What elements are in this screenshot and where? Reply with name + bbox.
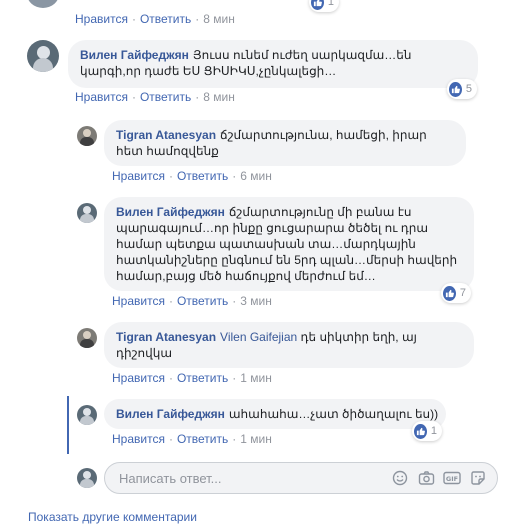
comment-time: 1 мин — [240, 432, 272, 446]
sticker-icon[interactable] — [469, 469, 487, 487]
show-more-comments-link[interactable]: Показать другие комментарии — [28, 510, 197, 524]
comment-bubble: Вилен Гайфеджян Յուսս ունեմ ուժեղ սարկազմ… — [68, 40, 478, 88]
comment-bubble: Вилен Гайфеджян ահահահա…չատ ծիծաղալու ես)… — [104, 399, 446, 429]
reaction-count[interactable]: 1 — [412, 421, 442, 441]
reply-link[interactable]: Ответить — [177, 169, 228, 183]
like-link[interactable]: Нравится — [112, 294, 165, 308]
like-icon — [443, 285, 456, 301]
reply-link[interactable]: Ответить — [140, 90, 191, 104]
comment-text: ահահահա…չատ ծիծաղալու ես)) — [228, 407, 439, 421]
like-link[interactable]: Нравится — [75, 12, 128, 26]
avatar[interactable] — [77, 126, 97, 146]
comment-actions: Нравится · Ответить · 6 мин — [112, 169, 272, 183]
like-icon — [449, 81, 462, 97]
reply-link[interactable]: Ответить — [177, 294, 228, 308]
comment-author[interactable]: Вилен Гайфеджян — [116, 407, 225, 421]
comment-bubble: Tigran Atanesyan Vilen Gaifejian դե սիկտի… — [104, 322, 474, 368]
avatar[interactable] — [77, 468, 97, 488]
comment-time: 6 мин — [240, 169, 272, 183]
comment-author[interactable]: Tigran Atanesyan — [116, 128, 216, 142]
reply-link[interactable]: Ответить — [140, 12, 191, 26]
reply-composer: GIF — [104, 462, 498, 494]
emoji-icon[interactable] — [391, 469, 409, 487]
like-link[interactable]: Нравится — [75, 90, 128, 104]
comment-bubble: Вилен Гайфеджян ճշմարտությունը մի բանա էս… — [104, 197, 474, 291]
reaction-count[interactable]: 7 — [441, 283, 471, 303]
like-icon — [414, 423, 427, 439]
comment-actions: Нравится · Ответить · 8 мин — [75, 12, 235, 26]
gif-icon[interactable]: GIF — [443, 469, 461, 487]
comment-author[interactable]: Tigran Atanesyan — [116, 330, 216, 344]
reaction-count[interactable]: 1 — [309, 0, 339, 12]
svg-text:GIF: GIF — [446, 475, 458, 483]
avatar[interactable] — [77, 405, 97, 425]
comment-time: 8 мин — [203, 12, 235, 26]
reply-input[interactable] — [117, 469, 391, 487]
comment-author[interactable]: Вилен Гайфеджян — [116, 205, 225, 219]
reply-link[interactable]: Ответить — [177, 432, 228, 446]
avatar[interactable] — [77, 203, 97, 223]
comment-time: 1 мин — [240, 371, 272, 385]
like-link[interactable]: Нравится — [112, 432, 165, 446]
comment-actions: Нравится · Ответить · 1 мин — [112, 432, 272, 446]
reaction-count[interactable]: 5 — [447, 79, 477, 99]
comment-bubble: Tigran Atanesyan ճշմարտությունա, համեցի, … — [104, 120, 466, 166]
comment-time: 8 мин — [203, 90, 235, 104]
avatar[interactable] — [77, 328, 97, 348]
comment-actions: Нравится · Ответить · 8 мин — [75, 90, 235, 104]
like-icon — [311, 0, 324, 10]
comment-author[interactable]: Вилен Гайфеджян — [80, 48, 189, 62]
avatar[interactable] — [27, 40, 59, 72]
comment-time: 3 мин — [240, 294, 272, 308]
new-reply-indicator — [67, 396, 69, 454]
reply-link[interactable]: Ответить — [177, 371, 228, 385]
mention-link[interactable]: Vilen Gaifejian — [220, 330, 297, 344]
comment-actions: Нравится · Ответить · 3 мин — [112, 294, 272, 308]
like-link[interactable]: Нравится — [112, 371, 165, 385]
like-link[interactable]: Нравится — [112, 169, 165, 183]
avatar[interactable] — [27, 0, 59, 8]
camera-icon[interactable] — [417, 469, 435, 487]
comment-actions: Нравится · Ответить · 1 мин — [112, 371, 272, 385]
